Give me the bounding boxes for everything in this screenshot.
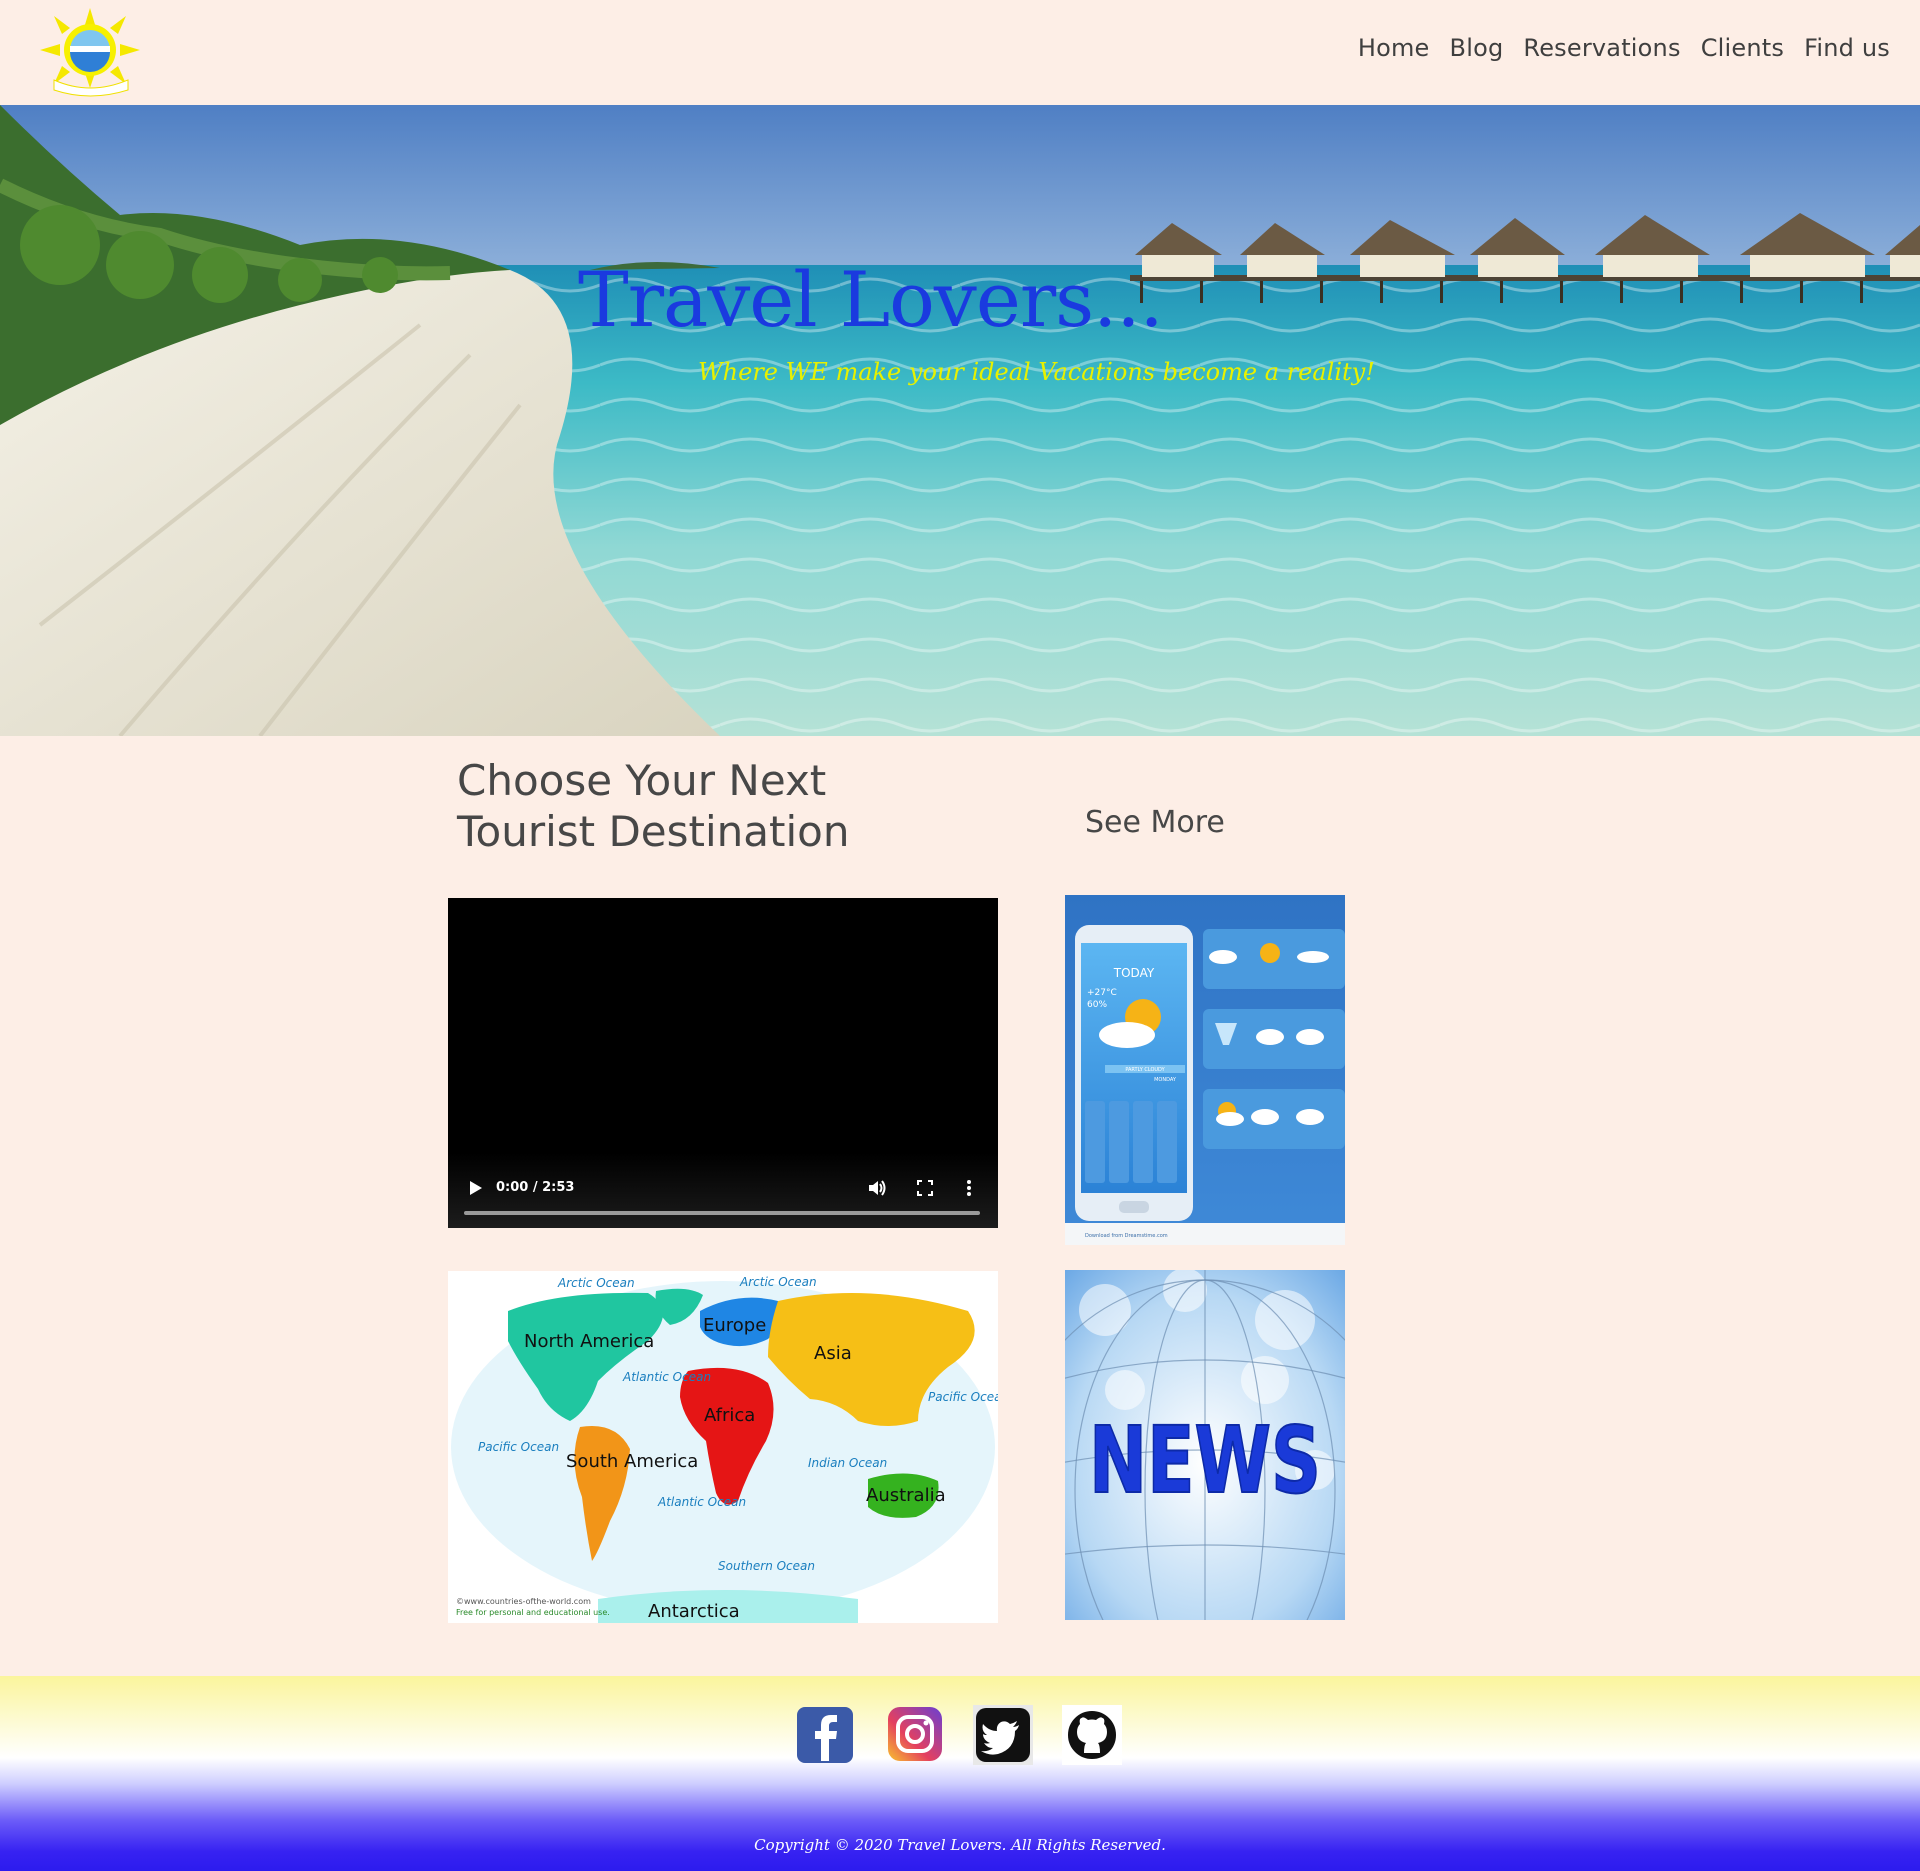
weather-day: MONDAY	[1154, 1077, 1177, 1083]
map-credit-1: ©www.countries-ofthe-world.com	[456, 1597, 591, 1606]
nav-reservations[interactable]: Reservations	[1523, 28, 1680, 68]
weather-app-image: TODAY +27°C 60% PARTLY CLOUDY MONDAY Dow…	[1065, 895, 1345, 1245]
video-controls: 0:00 / 2:53	[448, 1153, 998, 1228]
twitter-link[interactable]	[973, 1705, 1033, 1765]
site-footer: Copyright © 2020 Travel Lovers. All Righ…	[0, 1676, 1920, 1871]
weather-status: PARTLY CLOUDY	[1125, 1067, 1165, 1073]
main-nav: Home Blog Reservations Clients Find us	[1358, 28, 1890, 68]
map-label-arctic-ocean-1: Arctic Ocean	[557, 1276, 635, 1290]
world-map-card[interactable]: Arctic Ocean Arctic Ocean Atlantic Ocean…	[448, 1271, 998, 1623]
twitter-icon	[973, 1705, 1033, 1765]
map-credit-2: Free for personal and educational use.	[456, 1608, 610, 1617]
map-label-antarctica: Antarctica	[648, 1601, 740, 1622]
weather-humidity: 60%	[1087, 1000, 1107, 1010]
video-progress-bar[interactable]	[464, 1211, 980, 1215]
section-title: Choose Your Next Tourist Destination	[457, 756, 850, 856]
map-label-indian-ocean: Indian Ocean	[808, 1456, 887, 1470]
video-player[interactable]: 0:00 / 2:53	[448, 898, 998, 1228]
weather-card[interactable]: TODAY +27°C 60% PARTLY CLOUDY MONDAY Dow…	[1065, 895, 1345, 1245]
map-label-southern-ocean: Southern Ocean	[718, 1559, 815, 1573]
site-logo[interactable]	[36, 6, 144, 98]
map-label-africa: Africa	[704, 1405, 755, 1426]
hero-title: Travel Lovers...	[578, 255, 1164, 344]
copyright-text: Copyright © 2020 Travel Lovers. All Righ…	[754, 1836, 1166, 1854]
weather-source: Download from Dreamstime.com	[1085, 1233, 1168, 1239]
weather-today-label: TODAY	[1113, 966, 1155, 980]
map-label-europe: Europe	[703, 1315, 766, 1336]
see-more-link[interactable]: See More	[1085, 803, 1225, 843]
map-label-atlantic-ocean-1: Atlantic Ocean	[622, 1370, 711, 1384]
nav-blog[interactable]: Blog	[1450, 28, 1504, 68]
instagram-link[interactable]	[884, 1705, 944, 1765]
map-label-asia: Asia	[814, 1343, 852, 1364]
nav-home[interactable]: Home	[1358, 28, 1430, 68]
nav-find-us[interactable]: Find us	[1804, 28, 1890, 68]
site-header: Home Blog Reservations Clients Find us	[0, 0, 1920, 105]
more-options-icon[interactable]	[958, 1177, 980, 1199]
map-label-pacific-ocean-1: Pacific Ocean	[478, 1440, 559, 1454]
instagram-icon	[888, 1707, 942, 1761]
map-label-atlantic-ocean-2: Atlantic Ocean	[657, 1495, 746, 1509]
play-icon[interactable]	[464, 1177, 486, 1199]
map-label-north-america: North America	[524, 1331, 654, 1352]
social-links	[795, 1705, 1122, 1765]
map-label-south-america: South America	[566, 1451, 698, 1472]
news-text: NEWS	[1089, 1407, 1321, 1514]
news-card[interactable]: NEWS	[1065, 1270, 1345, 1620]
fullscreen-icon[interactable]	[914, 1177, 936, 1199]
video-time: 0:00 / 2:53	[496, 1180, 575, 1195]
github-icon	[1062, 1705, 1122, 1765]
beach-hero-image	[0, 105, 1920, 736]
news-image: NEWS	[1065, 1270, 1345, 1620]
weather-temperature: +27°C	[1087, 988, 1117, 998]
map-label-arctic-ocean-2: Arctic Ocean	[739, 1275, 817, 1289]
facebook-link[interactable]	[795, 1705, 855, 1765]
world-map-image: Arctic Ocean Arctic Ocean Atlantic Ocean…	[448, 1271, 998, 1623]
facebook-icon	[797, 1707, 853, 1763]
hero-tagline: Where WE make your ideal Vacations becom…	[698, 358, 1375, 386]
nav-clients[interactable]: Clients	[1701, 28, 1784, 68]
sun-logo-icon	[40, 8, 140, 97]
map-label-pacific-ocean-2: Pacific Ocean	[928, 1390, 998, 1404]
github-link[interactable]	[1062, 1705, 1122, 1765]
volume-icon[interactable]	[866, 1177, 888, 1199]
hero-banner: Travel Lovers... Where WE make your idea…	[0, 105, 1920, 736]
map-label-australia: Australia	[866, 1485, 946, 1506]
